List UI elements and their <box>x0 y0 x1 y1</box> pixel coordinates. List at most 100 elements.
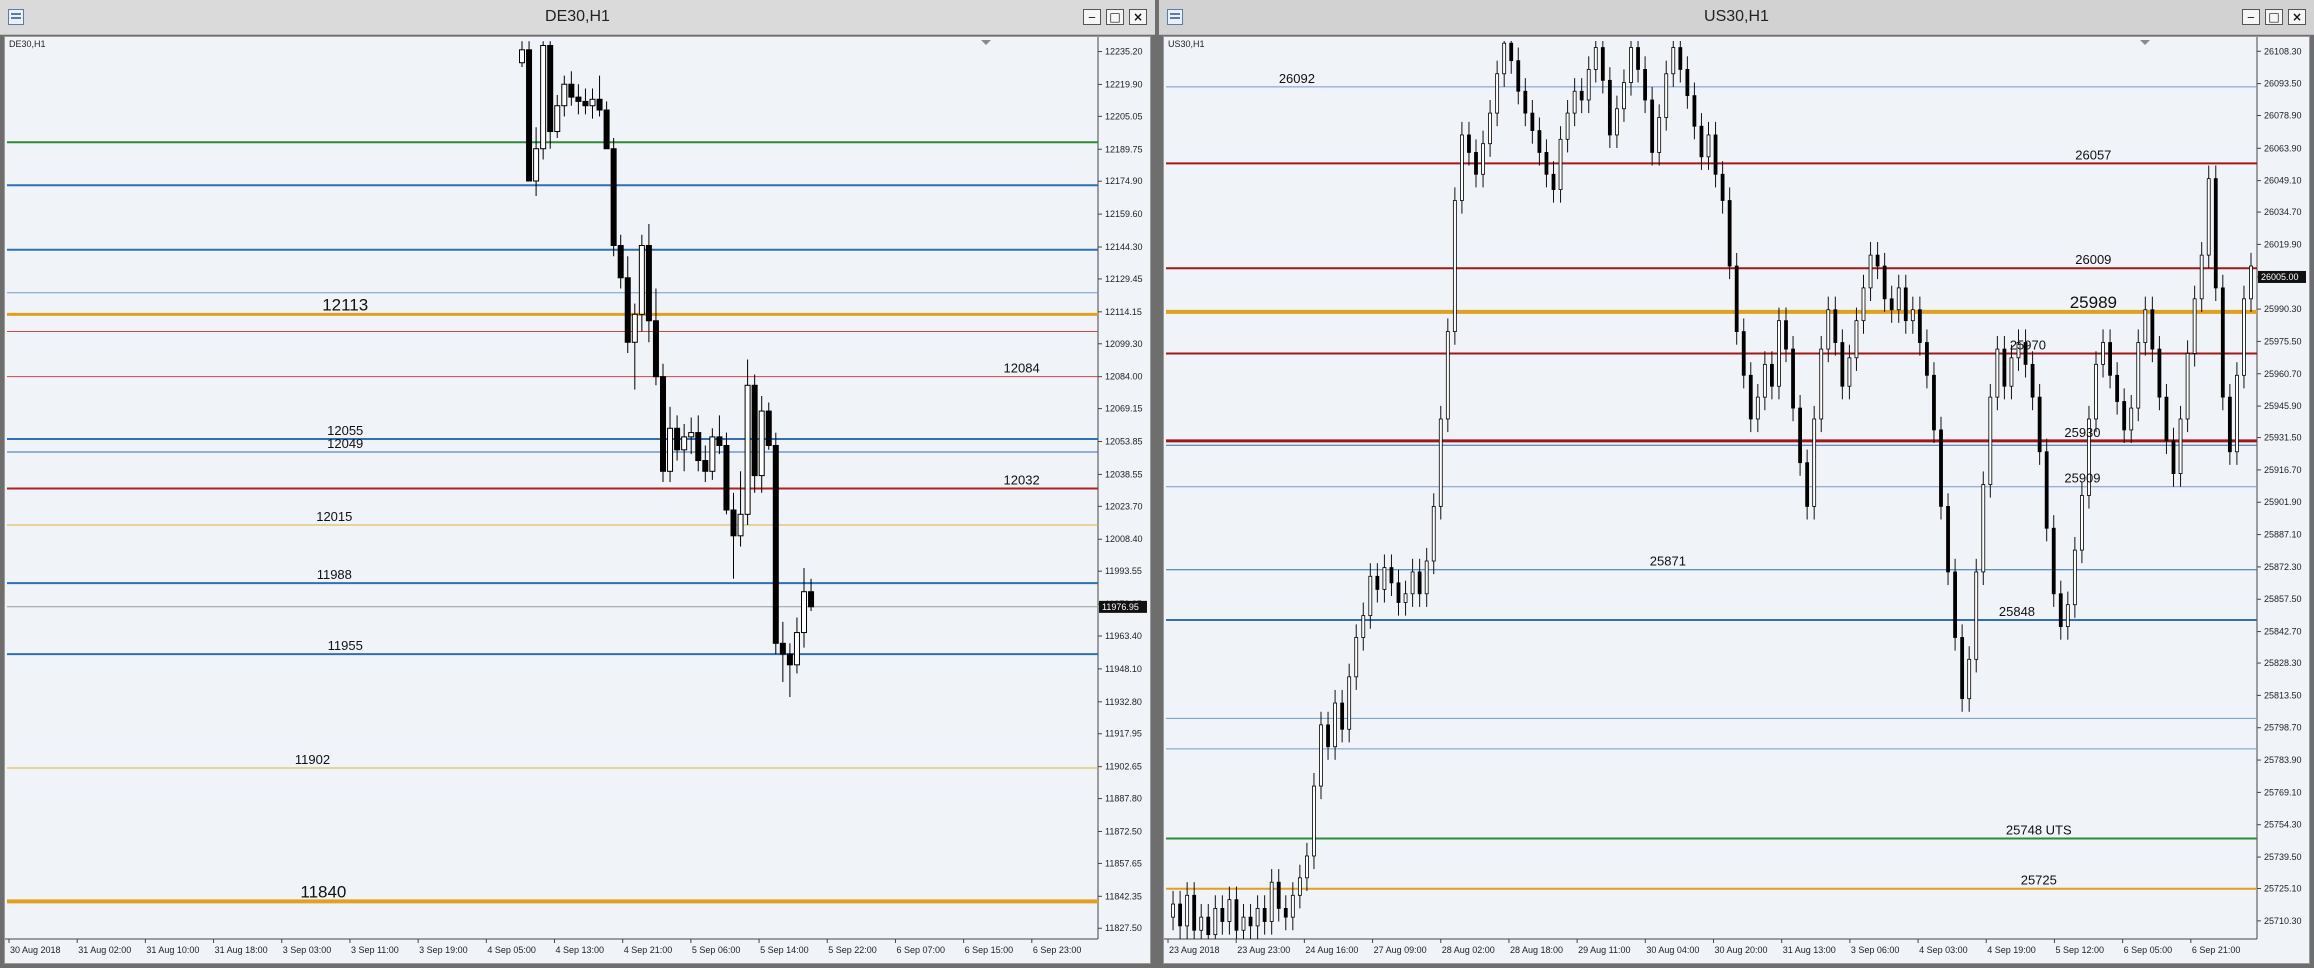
candle-body <box>772 444 779 644</box>
symbol-label: US30,H1 <box>1168 39 1205 49</box>
maximize-button[interactable]: □ <box>2265 9 2283 25</box>
de30-chart-svg[interactable]: DE30,H1121131208412055120491203212015119… <box>5 37 1150 963</box>
level-annotation: 11988 <box>317 567 352 582</box>
candle-body <box>561 83 568 107</box>
candle-body <box>786 653 793 666</box>
candle-body <box>681 436 688 451</box>
candle-body <box>519 49 525 64</box>
candle-body <box>2164 396 2169 442</box>
y-tick-label: 12144.30 <box>1105 242 1143 252</box>
y-tick-label: 11872.50 <box>1105 826 1142 836</box>
candle-body <box>1671 47 1676 75</box>
x-tick-label: 6 Sep 07:00 <box>896 945 945 955</box>
level-annotation: 12084 <box>1004 361 1040 376</box>
minimize-button[interactable]: ‒ <box>1083 9 1101 25</box>
candle-body <box>1939 429 1943 507</box>
candle-body <box>1586 69 1591 101</box>
x-tick-label: 5 Sep 14:00 <box>760 945 809 955</box>
level-annotation: 11902 <box>295 752 330 767</box>
candle-body <box>1319 724 1323 787</box>
candle-body <box>1932 374 1936 431</box>
candle-body <box>1333 702 1337 748</box>
candle-body <box>1361 615 1366 638</box>
candle-body <box>1220 908 1225 922</box>
x-tick-label: 31 Aug 13:00 <box>1783 945 1836 955</box>
maximize-button[interactable]: □ <box>1106 9 1124 25</box>
us30-chart-area[interactable]: US30,H1 26092 26057 26009 25989 25970 25930 259… <box>1163 36 2310 964</box>
candle-body <box>547 45 554 133</box>
y-tick-label: 12084.00 <box>1105 372 1143 382</box>
de30-chart-window[interactable]: DE30,H1 ‒ □ × DE30,H1 12113 12084 12055 1204… <box>0 0 1155 968</box>
chart-background <box>5 37 1150 963</box>
candle-body <box>1840 342 1845 387</box>
candle-body <box>674 427 681 451</box>
level-annotation: 12015 <box>316 509 352 524</box>
candle-body <box>2249 265 2253 300</box>
y-tick-label: 12069.15 <box>1105 404 1143 414</box>
de30-title-bar[interactable]: DE30,H1 ‒ □ × <box>0 0 1155 35</box>
x-tick-label: 3 Sep 03:00 <box>283 945 332 955</box>
y-tick-label: 12174.90 <box>1105 176 1143 186</box>
candle-body <box>2009 357 2014 387</box>
candle-body <box>1748 374 1753 420</box>
level-annotation: 25871 <box>1650 554 1686 569</box>
y-tick-label: 25857.50 <box>2264 594 2302 604</box>
candle-body <box>1481 143 1485 175</box>
candle-body <box>1382 567 1387 590</box>
minimize-button[interactable]: ‒ <box>2242 9 2260 25</box>
x-tick-label: 31 Aug 18:00 <box>215 945 268 955</box>
candle-body <box>709 436 716 472</box>
y-tick-label: 12099.30 <box>1105 339 1143 349</box>
y-tick-label: 25783.90 <box>2264 755 2302 765</box>
candle-body <box>1629 47 1633 83</box>
y-tick-label: 25739.50 <box>2264 852 2302 862</box>
us30-chart-window[interactable]: US30,H1 ‒ □ × US30,H1 26092 26057 26009 2598… <box>1159 0 2314 968</box>
candle-body <box>2235 374 2239 453</box>
candle-body <box>1861 287 1866 322</box>
candle-body <box>2199 254 2204 300</box>
y-tick-label: 26034.70 <box>2264 207 2302 217</box>
candle-body <box>1431 505 1436 562</box>
candle-body <box>1917 309 1922 343</box>
us30-title-bar[interactable]: US30,H1 ‒ □ × <box>1159 0 2314 35</box>
candle-body <box>2037 396 2042 453</box>
candle-body <box>2122 401 2127 431</box>
y-tick-label: 26063.90 <box>2264 143 2302 153</box>
y-tick-label: 12205.05 <box>1105 111 1143 121</box>
candle-body <box>589 98 596 107</box>
candle-body <box>1981 484 1986 573</box>
candle-body <box>1234 899 1239 931</box>
candle-body <box>1833 309 1838 343</box>
candle-body <box>1650 99 1655 153</box>
y-tick-label: 11932.80 <box>1105 697 1142 707</box>
level-annotation: 11955 <box>328 638 363 653</box>
candle-body <box>1178 903 1182 927</box>
de30-chart-area[interactable]: DE30,H1 12113 12084 12055 12049 12032 12015 119… <box>4 36 1151 964</box>
candle-body <box>2108 342 2112 376</box>
y-tick-label: 11993.55 <box>1105 566 1142 576</box>
candle-body <box>1572 90 1577 114</box>
candle-body <box>1537 130 1542 153</box>
candle-body <box>2242 298 2246 376</box>
y-tick-label: 25769.10 <box>2264 787 2302 797</box>
candle-body <box>1452 200 1457 332</box>
candle-body <box>2171 440 2176 475</box>
x-tick-label: 6 Sep 15:00 <box>965 945 1014 955</box>
x-tick-label: 3 Sep 11:00 <box>351 945 399 955</box>
close-button[interactable]: × <box>2288 9 2306 25</box>
candle-body <box>2213 178 2218 289</box>
level-annotation: 25930 <box>2064 425 2100 440</box>
close-button[interactable]: × <box>1129 9 1147 25</box>
candle-body <box>695 432 702 462</box>
candle-body <box>1882 265 1887 300</box>
candle-body <box>2206 178 2211 256</box>
us30-chart-svg[interactable]: US30,H1 26092 26057 26009 25989 25970 25930 259… <box>1164 37 2309 963</box>
candle-body <box>688 432 695 438</box>
candle-body <box>1826 309 1831 350</box>
candle-body <box>1417 571 1422 595</box>
x-tick-label: 6 Sep 05:00 <box>2124 945 2173 955</box>
candle-body <box>1290 894 1295 918</box>
x-tick-label: 30 Aug 20:00 <box>1715 945 1768 955</box>
candle-body <box>1488 112 1492 145</box>
candle-body <box>808 591 815 608</box>
